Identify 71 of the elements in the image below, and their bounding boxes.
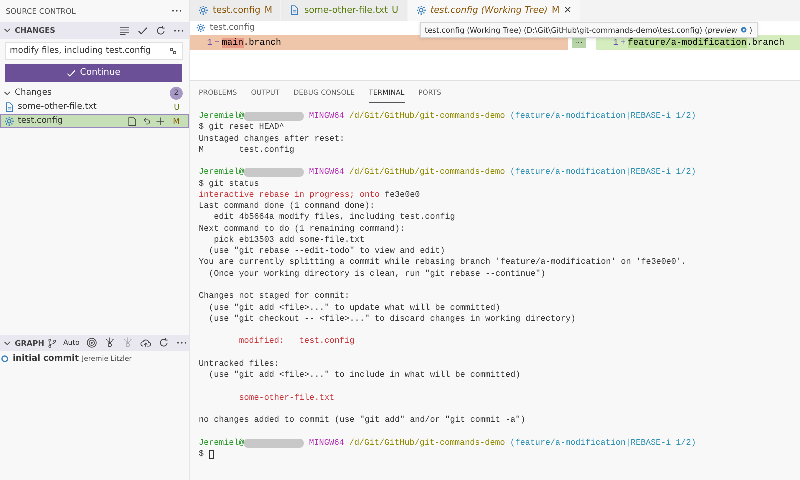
terminal-text: (use "git add <file>..." to update what will be committed) [208, 302, 501, 314]
terminal-text: (use "git rebase --edit-todo" to view and edit) [208, 246, 446, 258]
breadcrumb[interactable]: test.config [210, 23, 256, 33]
terminal-text: Unstaged changes after reset: [199, 134, 345, 145]
editor-tab[interactable]: test.config (Working Tree) M × [408, 0, 582, 21]
terminal-text: Next command to do (1 remaining command): [199, 224, 406, 235]
terminal-text: pick eb13503 add some-file.txt [213, 234, 365, 246]
redaction-bar [244, 112, 304, 122]
code-text: feature/a-modification.branch [628, 38, 785, 48]
terminal-text: Untracked files: [199, 358, 280, 370]
terminal-text: $ git status [199, 178, 260, 190]
terminal-text: modified: test.config [238, 336, 355, 348]
fetch-icon[interactable] [104, 337, 116, 349]
status-letter: U [174, 102, 180, 112]
terminal-text: M test.config [199, 144, 294, 156]
redaction-bar [244, 438, 304, 448]
diff-sign: + [620, 38, 626, 48]
checkmark-icon [66, 68, 78, 78]
file-name: test.config [18, 116, 64, 126]
terminal-text: Jeremiel@ [199, 111, 244, 122]
terminal-text: Last command done (1 command done): [199, 201, 375, 212]
terminal-text: some-other-file.txt [238, 392, 335, 404]
diff-sign: − [214, 38, 220, 48]
terminal-text: You are currently splitting a commit while rebasing branch 'feature/a-modification' on 'fe3e0e0'. [199, 257, 687, 269]
file-name: some-other-file.txt [18, 102, 98, 112]
terminal-text: Jeremiel@ [199, 167, 244, 179]
status-letter: M [173, 116, 180, 126]
terminal-cursor [209, 450, 214, 460]
commit-message: initial commit [13, 354, 80, 364]
code-text: main.branch [222, 38, 282, 48]
terminal-text: edit 4b5664a modify files, including test.config [213, 212, 456, 224]
file-icon [4, 102, 15, 112]
commit-message-field[interactable]: modify files, including test.config [5, 42, 183, 60]
terminal-text: no changes added to commit (use "git add" and/or "git commit -a") [199, 415, 526, 426]
terminal-text: /d/Git/GitHub/git-commands-demo [348, 438, 506, 449]
line-number: 1 [613, 38, 619, 48]
terminal-text: /d/Git/GitHub/git-commands-demo [348, 111, 506, 122]
refresh-icon[interactable] [158, 337, 170, 349]
file-icon[interactable] [127, 116, 138, 126]
refresh-icon[interactable] [155, 24, 167, 36]
close-icon[interactable]: × [564, 5, 572, 16]
terminal-text: MINGW64 [308, 438, 344, 449]
file-row[interactable]: some-other-file.txt U [0, 100, 189, 114]
branch-icon[interactable] [46, 338, 58, 348]
editor-tab[interactable]: test.config M [190, 0, 282, 21]
terminal-text: MINGW64 [308, 111, 344, 122]
terminal-text: fe3e0e0 [384, 190, 420, 202]
redaction-bar [244, 168, 304, 178]
cloud-upload-icon[interactable] [140, 337, 152, 349]
continue-button[interactable]: Continue [5, 64, 182, 82]
terminal-text: (feature/a-modification|REBASE-i 1/2) [509, 111, 696, 122]
terminal-text: /d/Git/GitHub/git-commands-demo [348, 167, 506, 179]
terminal-text: (use "git checkout -- <file>..." to discard changes in working directory) [208, 314, 576, 326]
terminal-text: $ [199, 448, 206, 460]
line-number: 1 [207, 38, 213, 48]
terminal-text: interactive rebase in progress; onto [199, 190, 380, 202]
file-row[interactable]: test.config M [0, 114, 189, 128]
checkmark-icon[interactable] [137, 24, 149, 36]
terminal-text: (Once your working directory is clean, run "git rebase --continue") [208, 268, 546, 280]
terminal-text: MINGW64 [308, 167, 344, 179]
terminal-text: (feature/a-modification|REBASE-i 1/2) [509, 167, 696, 179]
terminal-text: Jeremiel@ [199, 438, 244, 449]
terminal-text: (use "git add <file>..." to include in what will be committed) [208, 370, 521, 382]
editor-tab[interactable]: some-other-file.txt U [281, 0, 408, 21]
list-icon[interactable] [119, 24, 131, 36]
target-icon[interactable] [86, 337, 98, 349]
file-icon [289, 5, 300, 16]
terminal-text: $ git reset HEAD^ [199, 122, 284, 134]
plus-icon[interactable] [155, 116, 166, 126]
terminal-text: (feature/a-modification|REBASE-i 1/2) [509, 438, 696, 449]
terminal-text: Changes not staged for commit: [199, 291, 350, 303]
